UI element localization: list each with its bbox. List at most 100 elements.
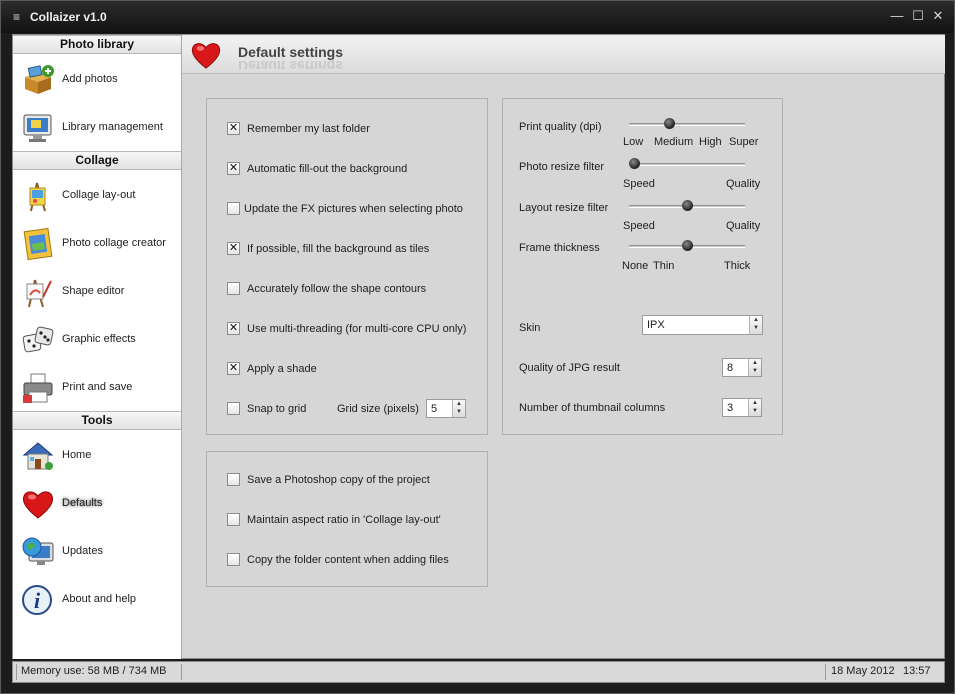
sidebar-item-graphic-effects[interactable]: Graphic effects: [13, 316, 181, 362]
sidebar-item-label: Collage lay-out: [62, 189, 136, 201]
easel-icon: [29, 182, 46, 212]
tick-label: Medium: [654, 136, 694, 148]
checkbox[interactable]: [227, 402, 240, 415]
layout-resize-filter-label: Layout resize filter: [519, 202, 609, 214]
window-title: Collaizer v1.0: [30, 10, 107, 24]
sidebar-item-add-photos[interactable]: Add photos: [13, 56, 181, 102]
checkbox[interactable]: ✕: [227, 362, 240, 375]
print-quality-slider[interactable]: [629, 118, 745, 129]
status-time: 13:57: [903, 665, 931, 677]
skin-label: Skin: [519, 322, 541, 334]
checkbox[interactable]: [227, 202, 240, 215]
option-label: Copy the folder content when adding file…: [247, 554, 449, 566]
tick-label: High: [699, 136, 722, 148]
photo-frame-icon: [23, 227, 53, 261]
frame-thickness-slider[interactable]: [629, 240, 745, 251]
menu-icon[interactable]: ≡: [13, 10, 20, 24]
status-bar: Memory use: 58 MB / 734 MB 18 May 2012 1…: [12, 661, 945, 683]
heart-icon: [22, 491, 54, 519]
checkbox[interactable]: [227, 513, 240, 526]
checkbox[interactable]: ✕: [227, 122, 240, 135]
spin-arrows-icon[interactable]: ▲ ▼: [452, 400, 465, 417]
tick-label: Speed: [623, 220, 655, 232]
sidebar-item-defaults[interactable]: Defaults: [13, 480, 181, 526]
sidebar-item-print-and-save[interactable]: Print and save: [13, 364, 181, 410]
slider-knob[interactable]: [681, 240, 693, 251]
thumbnail-columns-label: Number of thumbnail columns: [519, 402, 666, 414]
sidebar-item-label: Updates: [62, 545, 103, 557]
sidebar-item-library-management[interactable]: Library management: [13, 104, 181, 150]
option-label: Maintain aspect ratio in 'Collage lay-ou…: [247, 514, 441, 526]
title-bar[interactable]: ≡ Collaizer v1.0 — ☐ ✕: [1, 1, 954, 33]
skin-value: IPX: [647, 319, 665, 331]
grid-size-stepper[interactable]: 5 ▲ ▼: [426, 399, 466, 418]
photo-resize-filter-label: Photo resize filter: [519, 161, 604, 173]
tick-label: None: [622, 260, 649, 272]
section-header-tools: Tools: [13, 411, 181, 430]
slider-knob[interactable]: [629, 158, 640, 169]
section-header-collage: Collage: [13, 151, 181, 170]
memory-usage: Memory use: 58 MB / 734 MB: [21, 665, 167, 677]
content-area: Photo library Add photos Library managem…: [12, 34, 945, 659]
thumbnail-columns-stepper[interactable]: 3 ▲ ▼: [722, 398, 762, 417]
skin-select[interactable]: IPX ▲ ▼: [642, 315, 763, 335]
status-divider: [825, 664, 826, 680]
jpg-quality-stepper[interactable]: 8 ▲ ▼: [722, 358, 762, 377]
option-label: Remember my last folder: [247, 123, 370, 135]
sidebar-item-updates[interactable]: Updates: [13, 528, 181, 574]
slider-knob[interactable]: [681, 200, 693, 211]
add-photos-box-icon: [25, 65, 54, 94]
jpg-quality-value: 8: [727, 362, 734, 374]
checkbox[interactable]: ✕: [227, 322, 240, 335]
option-label: Apply a shade: [247, 363, 317, 375]
maximize-icon[interactable]: ☐: [911, 9, 925, 23]
globe-monitor-icon: [22, 537, 54, 565]
paint-easel-icon: [26, 279, 52, 308]
sidebar-item-label: Photo collage creator: [62, 237, 166, 249]
select-arrows-icon[interactable]: ▲ ▼: [749, 316, 762, 334]
tick-label: Thick: [724, 260, 751, 272]
options-group: ✕ Remember my last folder ✕ Automatic fill…: [206, 98, 488, 435]
option-label: Update the FX pictures when selecting ph…: [244, 203, 463, 215]
options-group-extra: Save a Photoshop copy of the project Mai…: [206, 451, 488, 587]
sidebar-item-label: Add photos: [62, 73, 118, 85]
spin-arrows-icon[interactable]: ▲ ▼: [748, 399, 761, 416]
sidebar-item-label: Library management: [62, 121, 163, 133]
info-icon: i: [22, 585, 52, 615]
page-header: Default settings Default settings: [182, 35, 945, 74]
sidebar: Photo library Add photos Library managem…: [13, 35, 182, 659]
app-window: ≡ Collaizer v1.0 — ☐ ✕ Photo library Add…: [0, 0, 955, 694]
sidebar-item-about-and-help[interactable]: i About and help: [13, 576, 181, 622]
quality-settings-group: Print quality (dpi) Low Medium High Supe…: [502, 98, 783, 435]
house-icon: [22, 442, 54, 470]
sidebar-item-home[interactable]: Home: [13, 432, 181, 478]
tick-label: Quality: [726, 178, 761, 190]
tick-label: Low: [623, 136, 644, 148]
minimize-icon[interactable]: —: [890, 9, 904, 23]
tick-label: Quality: [726, 220, 761, 232]
status-divider: [181, 664, 182, 680]
thumbnail-columns-value: 3: [727, 402, 734, 414]
checkbox[interactable]: ✕: [227, 242, 240, 255]
option-label: Use multi-threading (for multi-core CPU …: [247, 323, 467, 335]
grid-size-value: 5: [431, 403, 438, 415]
monitor-library-icon: [23, 114, 52, 142]
sidebar-item-shape-editor[interactable]: Shape editor: [13, 268, 181, 314]
frame-thickness-label: Frame thickness: [519, 242, 600, 254]
close-icon[interactable]: ✕: [931, 9, 945, 23]
photo-resize-filter-slider[interactable]: [629, 158, 745, 169]
tick-label: Super: [729, 136, 759, 148]
sidebar-item-photo-collage-creator[interactable]: Photo collage creator: [13, 220, 181, 266]
sidebar-item-collage-layout[interactable]: Collage lay-out: [13, 172, 181, 218]
checkbox[interactable]: [227, 473, 240, 486]
checkbox[interactable]: [227, 553, 240, 566]
option-label: If possible, fill the background as tile…: [247, 243, 430, 255]
checkbox[interactable]: ✕: [227, 162, 240, 175]
layout-resize-filter-slider[interactable]: [629, 200, 745, 211]
sidebar-item-label: Defaults: [62, 497, 103, 509]
spin-arrows-icon[interactable]: ▲ ▼: [748, 359, 761, 376]
checkbox[interactable]: [227, 282, 240, 295]
jpg-quality-label: Quality of JPG result: [519, 362, 620, 374]
sidebar-item-label: Home: [62, 449, 92, 461]
slider-knob[interactable]: [663, 118, 675, 129]
